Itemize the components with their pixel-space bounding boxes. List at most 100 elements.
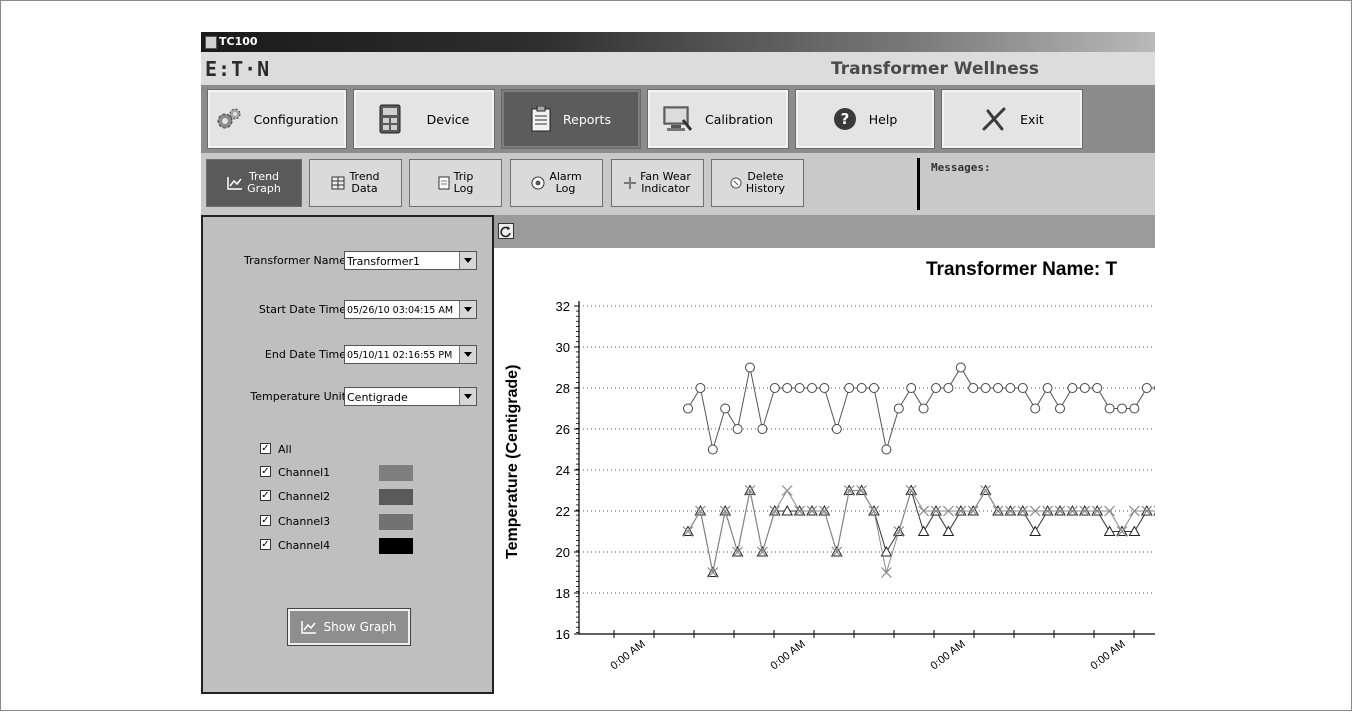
fan-wear-label-2: Indicator <box>641 182 690 195</box>
end-date-row: End Date Time 05/10/11 02:16:55 PM <box>203 345 496 365</box>
table-icon <box>331 176 345 190</box>
data-point-circle <box>918 403 929 414</box>
data-point-triangle <box>942 525 955 536</box>
data-point-circle <box>769 383 780 393</box>
reports-button[interactable]: Reports <box>501 89 641 149</box>
data-point-circle <box>993 383 1003 393</box>
messages-label: Messages: <box>931 161 991 174</box>
trend-chart: 16 18 20 22 24 26 28 30 32 0:00 AM 0:00 AM 0:00 AM 0… <box>556 299 1155 672</box>
end-date-picker[interactable]: 05/10/11 02:16:55 PM <box>344 345 477 364</box>
data-point-circle <box>745 362 755 373</box>
channel2-color-swatch <box>379 489 413 505</box>
filter-panel: Transformer Name Transformer1 Start Date… <box>201 215 494 694</box>
chevron-down-icon[interactable] <box>459 301 476 318</box>
data-point-circle <box>980 383 991 393</box>
alarm-log-label-2: Log <box>555 182 576 195</box>
data-point-circle <box>683 403 693 414</box>
temperature-unit-value: Centigrade <box>347 391 408 404</box>
data-point-circle <box>1129 403 1140 414</box>
x-tick-label: 0:00 AM <box>928 638 967 672</box>
tc100-window: TC100 E:T·N Transformer Wellness Configu… <box>201 32 1155 694</box>
data-point-circle <box>881 444 892 455</box>
channel3-checkbox[interactable]: ✓ Channel3 <box>260 514 460 530</box>
channel3-label: Channel3 <box>278 515 331 528</box>
checkbox-channel3[interactable]: ✓ <box>260 515 271 526</box>
temperature-unit-label: Temperature Unit <box>250 390 346 403</box>
exit-button[interactable]: Exit <box>941 89 1083 149</box>
fan-icon <box>624 177 637 189</box>
checkbox-channel1[interactable]: ✓ <box>260 466 271 477</box>
fan-wear-button[interactable]: Fan Wear Indicator <box>611 159 704 207</box>
data-point-x <box>781 485 793 496</box>
chevron-down-icon[interactable] <box>459 388 476 405</box>
channel2-label: Channel2 <box>278 490 331 503</box>
chevron-down-icon[interactable] <box>459 346 476 363</box>
alarm-log-button[interactable]: Alarm Log <box>510 159 603 207</box>
y-tick-label: 30 <box>556 340 570 355</box>
temperature-unit-select[interactable]: Centigrade <box>344 387 477 406</box>
reports-subnav: Trend Graph Trend Data Trip Log Alarm Log Fa… <box>201 153 1155 215</box>
channel4-color-swatch <box>379 538 413 554</box>
data-point-circle <box>955 362 966 373</box>
trip-log-button[interactable]: Trip Log <box>409 159 502 207</box>
start-date-picker[interactable]: 05/26/10 03:04:15 AM <box>344 300 477 319</box>
app-icon <box>205 36 217 49</box>
graph-panel: Transformer Name: T Temperature (Centigr… <box>494 215 1155 694</box>
trend-graph-label-2: Graph <box>247 182 281 195</box>
start-date-row: Start Date Time 05/26/10 03:04:15 AM <box>203 300 496 320</box>
data-point-circle <box>1117 403 1127 414</box>
data-point-circle <box>819 383 830 393</box>
help-icon: ? <box>833 108 856 130</box>
show-graph-button[interactable]: Show Graph <box>287 608 411 646</box>
device-button[interactable]: Device <box>353 89 495 149</box>
transformer-name-label: Transformer Name <box>244 254 346 267</box>
delete-history-button[interactable]: Delete History <box>711 159 804 207</box>
data-point-circle <box>1092 383 1103 393</box>
data-point-circle <box>943 383 954 393</box>
channel-all-label: All <box>278 443 292 456</box>
help-button[interactable]: ? Help <box>795 89 935 149</box>
channel1-checkbox[interactable]: ✓ Channel1 <box>260 465 460 481</box>
trend-data-button[interactable]: Trend Data <box>309 159 402 207</box>
data-point-circle <box>1079 383 1090 393</box>
exit-label: Exit <box>1020 111 1044 127</box>
data-point-circle <box>807 383 817 393</box>
show-graph-label: Show Graph <box>323 620 397 634</box>
exit-x-icon <box>982 107 1006 131</box>
device-icon <box>379 104 401 134</box>
reports-label: Reports <box>563 111 611 127</box>
transformer-name-select[interactable]: Transformer1 <box>344 251 477 270</box>
y-tick-label: 16 <box>556 627 570 642</box>
data-point-triangle <box>1029 525 1042 536</box>
data-point-circle <box>906 383 917 393</box>
checkbox-all[interactable]: ✓ <box>260 443 271 454</box>
eaton-logo: E:T·N <box>205 57 271 81</box>
data-point-circle <box>1067 383 1078 393</box>
channel-all-checkbox[interactable]: ✓ All <box>260 442 460 458</box>
trend-graph-button[interactable]: Trend Graph <box>206 159 302 207</box>
x-tick-label: 0:00 AM <box>768 638 807 672</box>
data-point-circle <box>968 383 979 393</box>
data-point-circle <box>757 424 768 434</box>
data-point-circle <box>931 383 941 393</box>
channel2-checkbox[interactable]: ✓ Channel2 <box>260 489 460 505</box>
calibration-button[interactable]: Calibration <box>647 89 789 149</box>
checkbox-channel2[interactable]: ✓ <box>260 490 271 501</box>
channel4-checkbox[interactable]: ✓ Channel4 <box>260 538 460 554</box>
svg-text:?: ? <box>840 110 849 128</box>
data-point-circle <box>1005 383 1016 393</box>
y-tick-label: 22 <box>556 504 570 519</box>
data-point-circle <box>695 383 706 393</box>
data-point-circle <box>856 383 867 393</box>
data-point-circle <box>831 424 842 434</box>
refresh-icon[interactable] <box>498 223 514 239</box>
trend-graph-icon <box>227 177 243 190</box>
messages-separator <box>917 158 920 210</box>
configuration-button[interactable]: Configuration <box>207 89 347 149</box>
start-date-value: 05/26/10 03:04:15 AM <box>347 305 454 316</box>
chevron-down-icon[interactable] <box>459 252 476 269</box>
checkbox-channel4[interactable]: ✓ <box>260 539 271 550</box>
data-point-x <box>880 567 892 578</box>
y-tick-label: 28 <box>556 381 570 396</box>
clipboard-icon <box>531 106 551 132</box>
